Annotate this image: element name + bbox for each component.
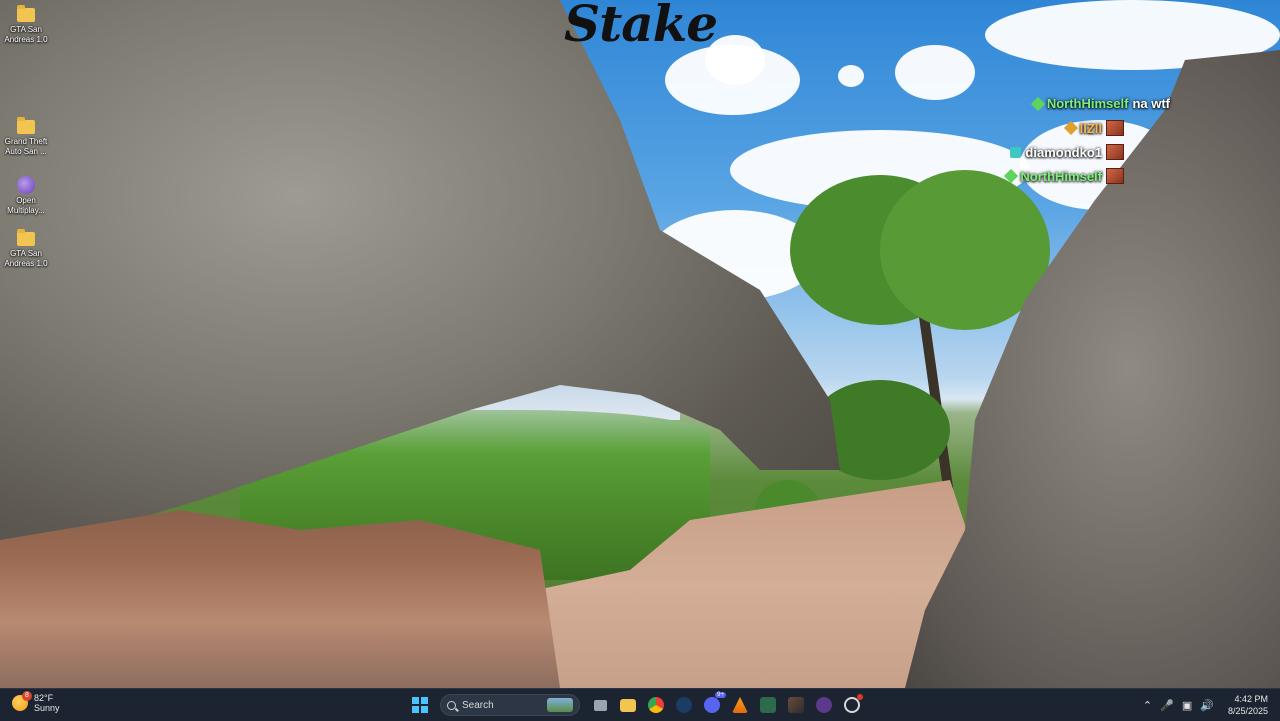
obs-button[interactable]	[812, 693, 836, 717]
steam-button[interactable]	[672, 693, 696, 717]
chat-username: diamondko1	[1025, 144, 1102, 160]
chat-username: NorthHimself	[1046, 96, 1129, 111]
windows-logo-icon	[412, 697, 428, 713]
chat-message: diamondko1	[1010, 144, 1124, 160]
weather-temp: 82°F	[34, 693, 54, 703]
taskbar-clock[interactable]: 4:42 PM 8/25/2025	[1228, 693, 1268, 717]
volume-icon[interactable]: 🔊	[1200, 699, 1214, 712]
clock-date: 8/25/2025	[1227, 706, 1268, 716]
weather-text: 82°F Sunny	[34, 693, 60, 713]
desktop-icon-label: Grand Theft Auto San ...	[4, 137, 48, 156]
emote-icon	[1106, 144, 1124, 160]
chat-username: llZll	[1079, 120, 1102, 136]
taskbar: 8 82°F Sunny Search 9+ ⌃ 🎤 ▣ 🔊 4:42 PM 8…	[0, 688, 1280, 721]
orange-diamond-icon	[1063, 120, 1078, 136]
task-view-icon	[593, 699, 607, 711]
chevron-up-icon[interactable]: ⌃	[1143, 699, 1152, 712]
folder-icon	[17, 229, 35, 246]
game-button[interactable]	[784, 693, 808, 717]
weather-condition: Sunny	[34, 703, 60, 713]
weather-badge: 8	[22, 691, 32, 701]
microphone-icon[interactable]: 🎤	[1160, 699, 1174, 712]
chat-text: na wtf	[1132, 96, 1170, 111]
vlc-icon	[732, 697, 748, 713]
sun-icon: 8	[12, 691, 32, 711]
desktop-icon-label: Open Multiplay...	[7, 196, 45, 215]
discord-badge: 9+	[715, 692, 726, 698]
green-diamond-icon	[1004, 168, 1019, 184]
green-diamond-icon	[1030, 96, 1045, 111]
emote-icon	[1106, 120, 1124, 136]
teal-badge-icon	[1010, 146, 1022, 158]
game-icon	[788, 697, 804, 713]
folder-icon	[17, 5, 35, 22]
emote-icon	[1106, 168, 1124, 184]
desktop-icon-gta-folder-2[interactable]: GTA San Andreas 1.0	[2, 228, 50, 269]
steam-icon	[676, 697, 692, 713]
desktop-icon-label: GTA San Andreas 1.0	[4, 249, 48, 268]
stake-logo: Stake	[564, 0, 718, 53]
search-highlight-icon	[547, 698, 573, 712]
desktop-icon-gta-folder[interactable]: GTA San Andreas 1.0	[2, 4, 50, 45]
obs-icon	[816, 697, 832, 713]
file-explorer-button[interactable]	[616, 693, 640, 717]
display-icon[interactable]: ▣	[1182, 699, 1192, 712]
folder-icon	[17, 117, 35, 134]
chat-message: NorthHimself	[1004, 168, 1124, 184]
notification-dot	[857, 694, 863, 700]
chat-message: NorthHimself na wtf	[1030, 96, 1170, 111]
spreadsheet-icon	[760, 697, 776, 713]
search-icon	[447, 700, 456, 710]
chat-message: llZll	[1063, 120, 1124, 136]
task-view-button[interactable]	[588, 693, 612, 717]
vlc-button[interactable]	[728, 693, 752, 717]
search-placeholder: Search	[462, 699, 494, 711]
chrome-button[interactable]	[644, 693, 668, 717]
chat-username: NorthHimself	[1020, 168, 1102, 184]
system-tray: ⌃ 🎤 ▣ 🔊 4:42 PM 8/25/2025	[1143, 689, 1280, 721]
desktop-icon-label: GTA San Andreas 1.0	[4, 25, 48, 44]
cloud	[838, 65, 864, 87]
folder-icon	[620, 698, 636, 712]
taskbar-apps: Search 9+	[408, 692, 864, 717]
weather-widget[interactable]: 8 82°F Sunny	[12, 691, 60, 713]
cloud	[895, 45, 975, 100]
clock-app-button[interactable]	[840, 693, 864, 717]
discord-icon	[704, 697, 720, 713]
desktop-icon-open-multiplayer[interactable]: Open Multiplay...	[2, 174, 50, 216]
excel-button[interactable]	[756, 693, 780, 717]
start-button[interactable]	[408, 693, 432, 717]
desktop-icon-gta-san-folder[interactable]: Grand Theft Auto San ...	[2, 116, 50, 157]
taskbar-search[interactable]: Search	[440, 694, 580, 716]
chrome-icon	[648, 697, 664, 713]
samp-icon	[17, 176, 35, 194]
clock-time: 4:42 PM	[1234, 694, 1268, 704]
discord-button[interactable]: 9+	[700, 692, 726, 717]
